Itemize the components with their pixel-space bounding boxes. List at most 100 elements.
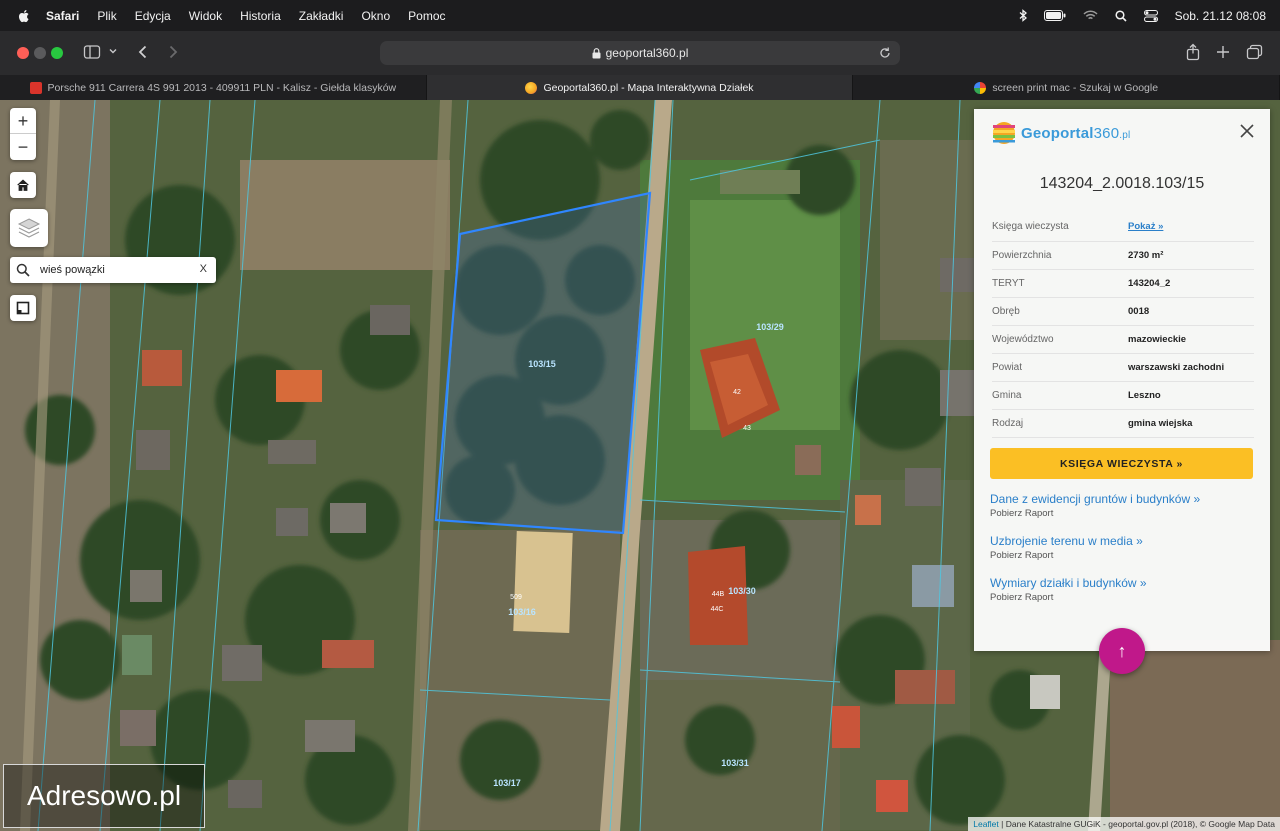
parcel-label: 103/30: [728, 586, 756, 596]
parcel-details-table: Księga wieczysta Pokaż » Powierzchnia 27…: [992, 213, 1254, 438]
menu-bookmarks[interactable]: Zakładki: [299, 9, 344, 23]
sidebar-toggle-icon[interactable]: [83, 43, 101, 61]
row-value: gmina wiejska: [1116, 409, 1254, 438]
building-number-label: 42: [733, 389, 741, 396]
share-icon[interactable]: [1185, 43, 1201, 61]
tab-geoportal[interactable]: Geoportal360.pl - Mapa Interaktywna Dzia…: [426, 75, 854, 100]
close-icon[interactable]: [1240, 124, 1254, 138]
row-value: 2730 m²: [1116, 241, 1254, 270]
zoom-in-button[interactable]: +: [10, 108, 36, 134]
menu-help[interactable]: Pomoc: [408, 9, 445, 23]
table-row: TERYT 143204_2: [992, 269, 1254, 298]
row-label: Województwo: [992, 325, 1116, 354]
scroll-up-button[interactable]: ↑: [1099, 628, 1145, 674]
table-row: Województwo mazowieckie: [992, 325, 1254, 354]
bluetooth-icon[interactable]: [1019, 9, 1027, 22]
utilities-link[interactable]: Uzbrojenie terenu w media »: [990, 534, 1260, 548]
draw-area-button[interactable]: [10, 295, 36, 321]
map-attribution: Leaflet | Dane Katastralne GUGiK - geopo…: [968, 817, 1280, 831]
row-label: Księga wieczysta: [992, 213, 1116, 242]
menubar-clock[interactable]: Sob. 21.12 08:08: [1175, 9, 1266, 23]
home-icon: [17, 179, 29, 191]
home-button[interactable]: [10, 172, 36, 198]
back-arrow-icon[interactable]: [137, 43, 149, 61]
parcel-label: 103/31: [721, 758, 749, 768]
address-bar[interactable]: geoportal360.pl: [380, 41, 900, 65]
row-label: Obręb: [992, 297, 1116, 326]
geoportal-logo[interactable]: Geoportal360.pl: [992, 121, 1130, 145]
parcel-info-panel: Geoportal360.pl 143204_2.0018.103/15 Ksi…: [974, 109, 1270, 651]
address-bar-url: geoportal360.pl: [605, 46, 689, 60]
square-frame-icon: [16, 301, 30, 315]
layers-button[interactable]: [10, 209, 48, 247]
row-value: Leszno: [1116, 381, 1254, 410]
menu-file[interactable]: Plik: [97, 9, 116, 23]
search-icon[interactable]: [16, 263, 30, 277]
download-report-text[interactable]: Pobierz Raport: [990, 592, 1260, 603]
forward-arrow-icon[interactable]: [167, 43, 179, 61]
wifi-icon[interactable]: [1083, 10, 1098, 21]
zoom-window-button[interactable]: [51, 47, 63, 59]
download-report-text[interactable]: Pobierz Raport: [990, 508, 1260, 519]
apple-icon[interactable]: [16, 8, 32, 24]
table-row: Księga wieczysta Pokaż »: [992, 213, 1254, 242]
parcel-label: 103/29: [756, 322, 784, 332]
geoportal-globe-icon: [993, 122, 1015, 144]
download-report-text[interactable]: Pobierz Raport: [990, 550, 1260, 561]
close-window-button[interactable]: [17, 47, 29, 59]
building-number-label: 43: [743, 425, 751, 432]
menu-view[interactable]: Widok: [189, 9, 222, 23]
minimize-window-button[interactable]: [34, 47, 46, 59]
tab-google-search[interactable]: screen print mac - Szukaj w Google: [853, 75, 1280, 100]
clear-search-button[interactable]: X: [200, 263, 207, 275]
report-link-block: Dane z ewidencji gruntów i budynków » Po…: [990, 492, 1260, 519]
tab-bar: Porsche 911 Carrera 4S 991 2013 - 409911…: [0, 75, 1280, 100]
land-building-records-link[interactable]: Dane z ewidencji gruntów i budynków »: [990, 492, 1260, 506]
battery-icon[interactable]: [1043, 10, 1066, 21]
report-link-block: Wymiary działki i budynków » Pobierz Rap…: [990, 576, 1260, 603]
land-registry-button[interactable]: KSIĘGA WIECZYSTA »: [990, 448, 1253, 479]
row-label: Powierzchnia: [992, 241, 1116, 270]
row-label: TERYT: [992, 269, 1116, 298]
search-input[interactable]: [40, 264, 180, 276]
parcel-label: 103/17: [493, 778, 521, 788]
table-row: Powierzchnia 2730 m²: [992, 241, 1254, 270]
layers-icon: [17, 218, 41, 238]
menu-history[interactable]: Historia: [240, 9, 281, 23]
spotlight-search-icon[interactable]: [1115, 9, 1127, 22]
table-row: Obręb 0018: [992, 297, 1254, 326]
safari-toolbar: geoportal360.pl: [0, 31, 1280, 75]
tab-overview-icon[interactable]: [1246, 43, 1264, 61]
table-row: Gmina Leszno: [992, 381, 1254, 410]
leaflet-link[interactable]: Leaflet: [973, 819, 999, 829]
porsche-site-favicon-icon: [29, 81, 42, 94]
lock-icon: [592, 47, 601, 58]
new-tab-plus-icon[interactable]: [1215, 43, 1231, 61]
tab-title: screen print mac - Szukaj w Google: [992, 81, 1159, 94]
search-box: X: [10, 257, 216, 283]
row-value: 143204_2: [1116, 269, 1254, 298]
parcel-id-title: 143204_2.0018.103/15: [1039, 175, 1205, 192]
zoom-out-button[interactable]: −: [10, 134, 36, 160]
land-registry-show-link[interactable]: Pokaż »: [1116, 213, 1254, 242]
menu-edit[interactable]: Edycja: [135, 9, 171, 23]
tab-title: Geoportal360.pl - Mapa Interaktywna Dzia…: [543, 81, 754, 94]
tab-title: Porsche 911 Carrera 4S 991 2013 - 409911…: [47, 81, 397, 94]
building-number-label: 44B: [712, 591, 725, 598]
table-row: Rodzaj gmina wiejska: [992, 409, 1254, 438]
building-number-label: 509: [510, 594, 522, 601]
google-favicon-icon: [974, 81, 987, 94]
menu-app-name[interactable]: Safari: [46, 9, 79, 23]
chevron-down-icon[interactable]: [108, 46, 118, 56]
control-center-icon[interactable]: [1143, 9, 1158, 22]
logo-text: Geoportal360.pl: [1021, 124, 1131, 142]
row-label: Rodzaj: [992, 409, 1116, 438]
reload-icon[interactable]: [878, 46, 892, 60]
attribution-text: | Dane Katastralne GUGiK - geoportal.gov…: [1001, 819, 1275, 829]
table-row: Powiat warszawski zachodni: [992, 353, 1254, 382]
dimensions-link[interactable]: Wymiary działki i budynków »: [990, 576, 1260, 590]
status-area: Sob. 21.12 08:08: [1019, 0, 1266, 31]
menu-window[interactable]: Okno: [361, 9, 390, 23]
adresowo-watermark: Adresowo.pl: [3, 764, 205, 828]
tab-porsche[interactable]: Porsche 911 Carrera 4S 991 2013 - 409911…: [0, 75, 427, 100]
